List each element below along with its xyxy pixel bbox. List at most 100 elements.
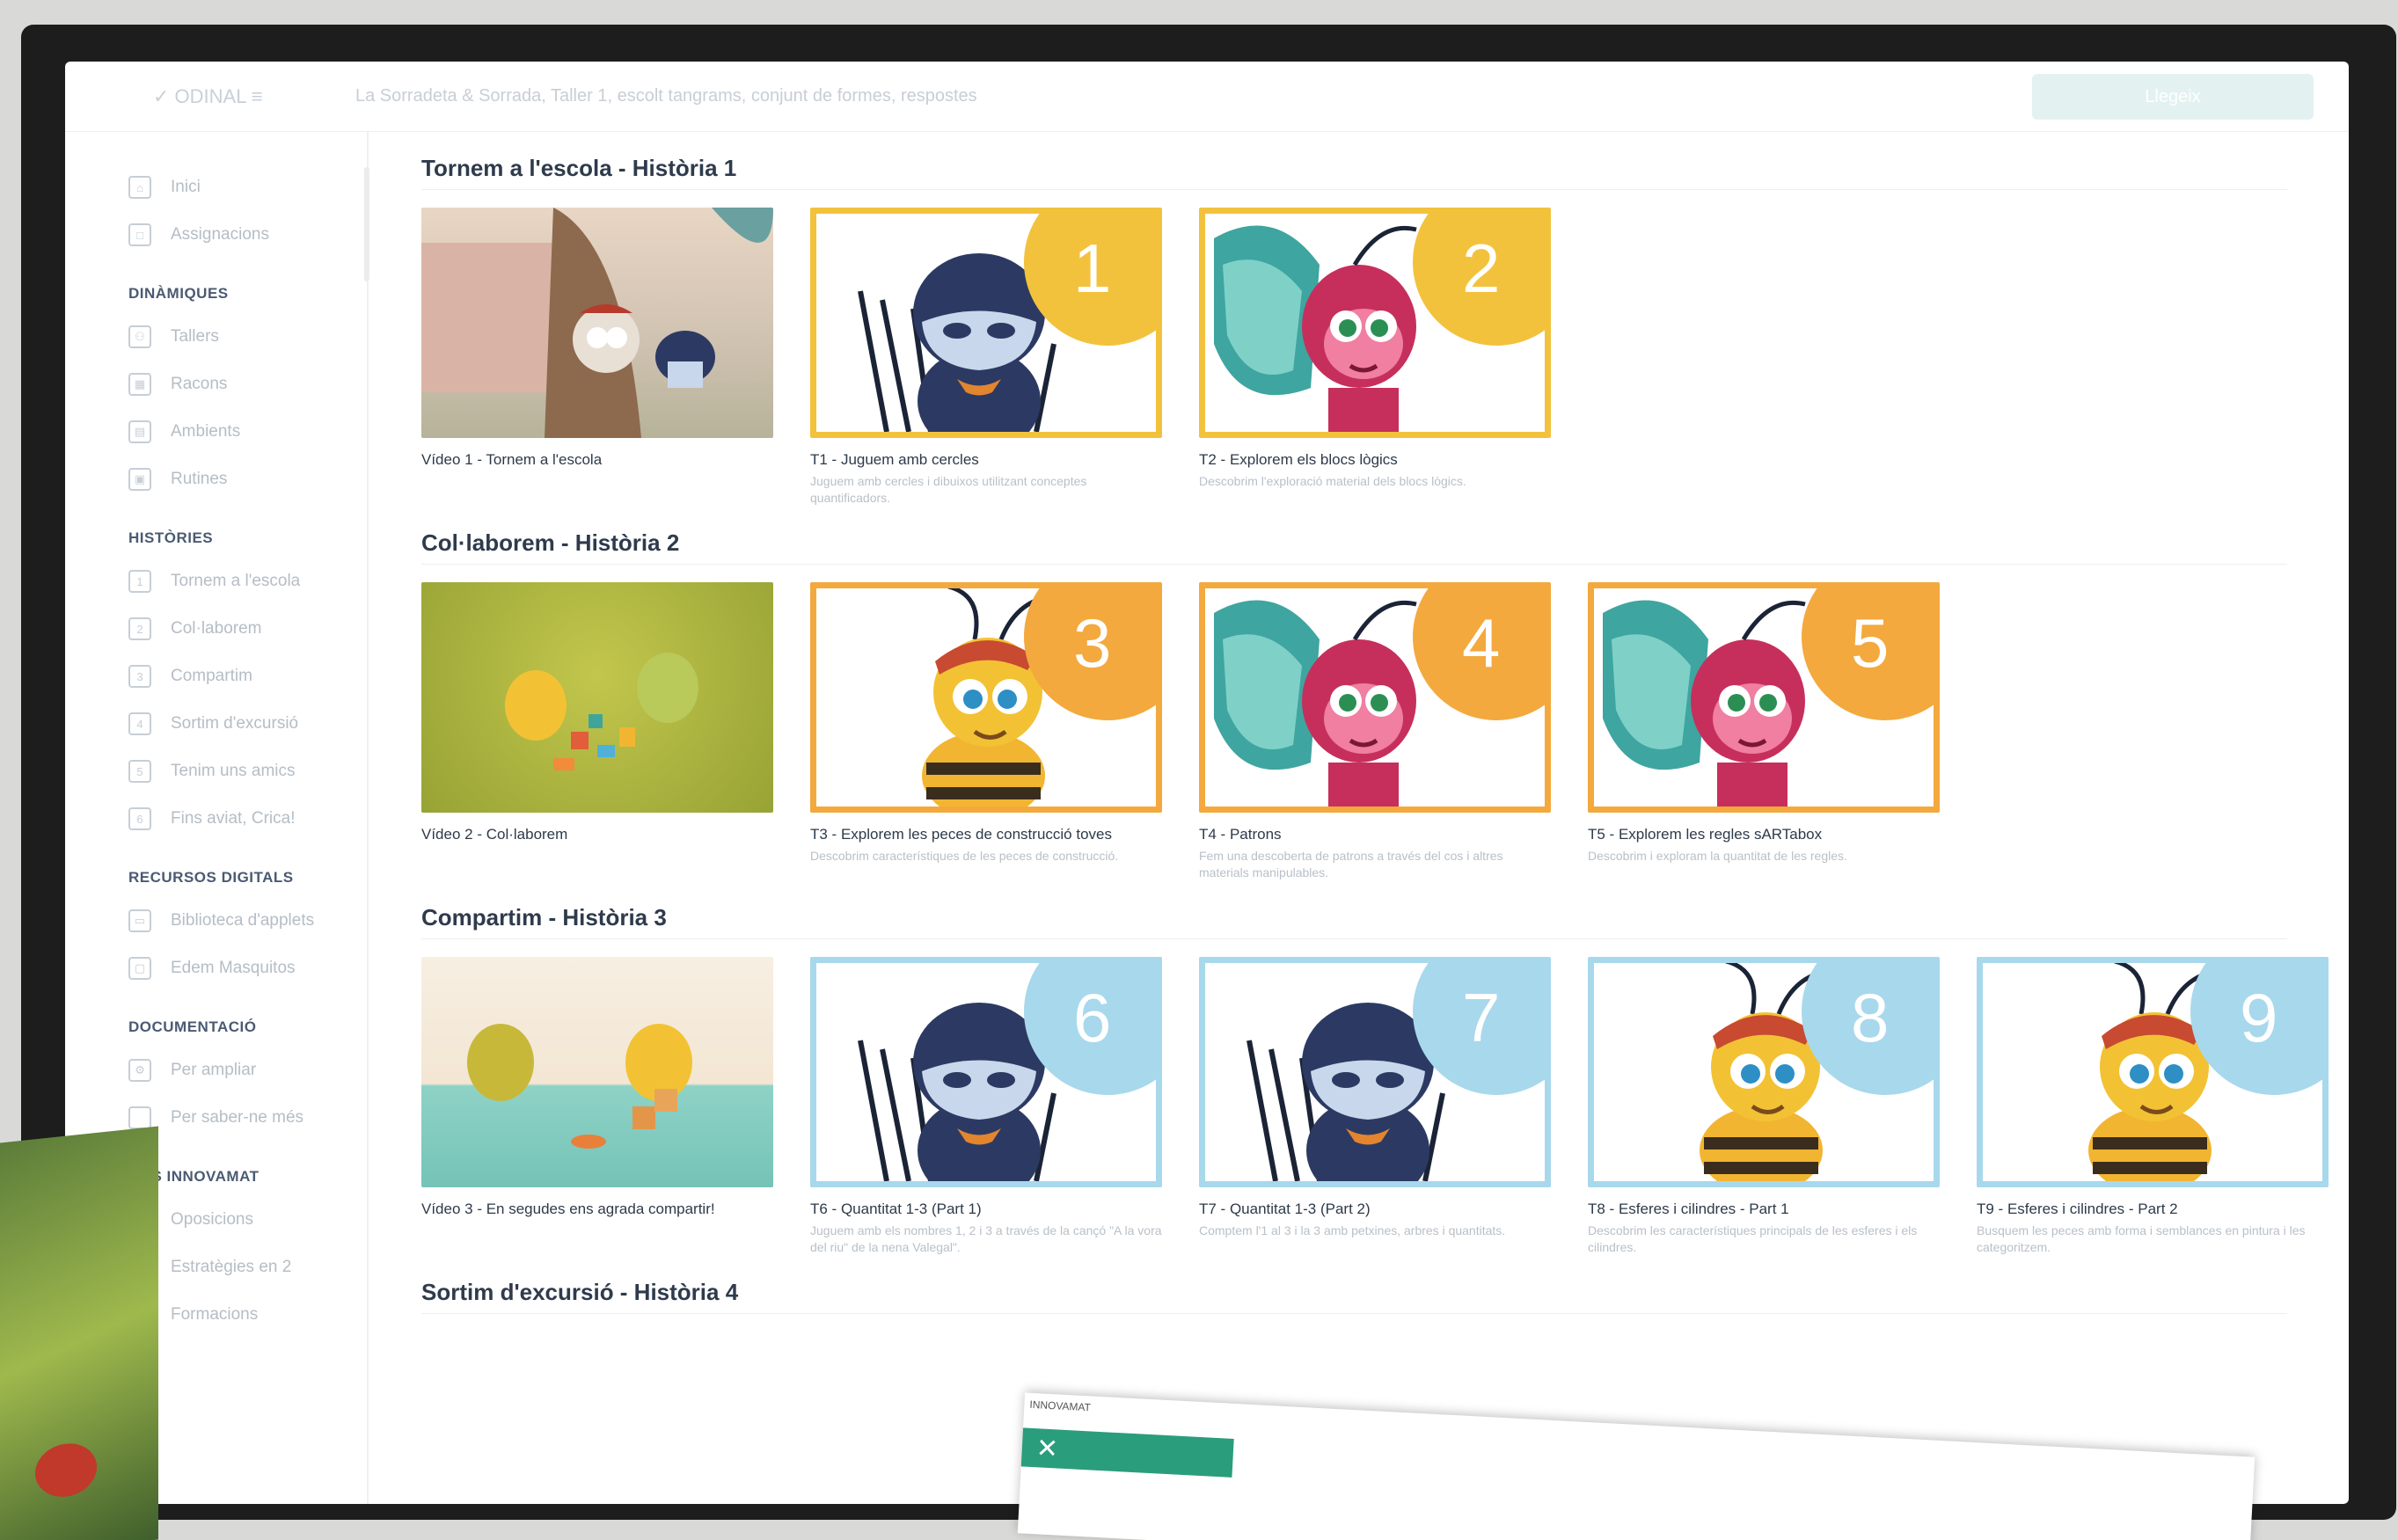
task-card-5[interactable]: 5 T5 - Explorem les regles sARTabox Descob…: [1588, 582, 1940, 881]
sidebar-item-label: Estratègies en 2: [171, 1258, 292, 1276]
sidebar-item-assignacions[interactable]: □ Assignacions: [128, 211, 367, 259]
card-title[interactable]: T3 - Explorem les peces de construcció t…: [810, 825, 1162, 844]
section-title: Col·laborem - Història 2: [421, 524, 2287, 565]
close-icon: ✕: [1035, 1433, 1059, 1464]
card-description: Fem una descoberta de patrons a través d…: [1199, 849, 1503, 879]
sidebar-item-label: Assignacions: [171, 225, 269, 244]
app-logo[interactable]: ✓ ODINAL ≡: [65, 85, 355, 108]
sidebar-scrollbar[interactable]: [364, 167, 369, 281]
grid-icon: ▦: [128, 373, 151, 396]
sidebar-item-tallers[interactable]: ⚇ Tallers: [128, 313, 367, 361]
card-title[interactable]: T4 - Patrons: [1199, 825, 1551, 844]
sidebar-item-compartim[interactable]: 3 Compartim: [128, 653, 367, 700]
task-thumbnail[interactable]: 8: [1588, 957, 1940, 1187]
task-thumbnail[interactable]: 9: [1977, 957, 2329, 1187]
sidebar-item-fins-aviat-crica[interactable]: 6 Fins aviat, Crica!: [128, 795, 367, 843]
card-title[interactable]: T2 - Explorem els blocs lògics: [1199, 450, 1551, 470]
sidebar-item-label: Per ampliar: [171, 1061, 257, 1079]
sidebar-item-label: Racons: [171, 375, 228, 393]
overlay-label: INNOVAMAT: [1029, 1398, 1092, 1414]
task-card-6[interactable]: 6 T6 - Quantitat 1-3 (Part 1) Juguem amb e…: [810, 957, 1162, 1256]
sidebar-item-label: Biblioteca d'applets: [171, 911, 315, 930]
sidebar-item-formacions[interactable]: □Formacions: [128, 1291, 367, 1339]
settings-icon: ⚙: [128, 1059, 151, 1082]
sidebar-item-biblioteca-d-applets[interactable]: ▭ Biblioteca d'applets: [128, 897, 367, 945]
decorative-shape: [35, 1440, 97, 1500]
sidebar-item-oposicions[interactable]: ◇Oposicions: [128, 1196, 367, 1244]
card-title[interactable]: T1 - Juguem amb cercles: [810, 450, 1162, 470]
sidebar-item-sortim-d-excursio[interactable]: 4 Sortim d'excursió: [128, 700, 367, 748]
sidebar-item-tornem-a-l-escola[interactable]: 1 Tornem a l'escola: [128, 558, 367, 605]
monitor-icon: ▢: [128, 957, 151, 980]
story-section-1: Tornem a l'escola - Història 1 Vídeo 1 - …: [421, 150, 2314, 507]
card-description: Juguem amb els nombres 1, 2 i 3 a través…: [810, 1223, 1162, 1254]
sidebar-item-per-ampliar[interactable]: ⚙ Per ampliar: [128, 1047, 367, 1094]
task-card-8[interactable]: 8 T8 - Esferes i cilindres - Part 1 Descob…: [1588, 957, 1940, 1256]
main-content: Tornem a l'escola - Història 1 Vídeo 1 - …: [421, 132, 2329, 1504]
section-title: Compartim - Història 3: [421, 899, 2287, 939]
task-thumbnail[interactable]: 5: [1588, 582, 1940, 813]
task-thumbnail[interactable]: 2: [1199, 208, 1551, 438]
task-thumbnail[interactable]: 4: [1199, 582, 1551, 813]
card-title[interactable]: T5 - Explorem les regles sARTabox: [1588, 825, 1940, 844]
sidebar-item-label: Fins aviat, Crica!: [171, 809, 296, 828]
video-thumbnail[interactable]: [421, 208, 773, 438]
card-description: Descobrim i exploram la quantitat de les…: [1588, 849, 1847, 863]
card-description: Busquem les peces amb forma i semblances…: [1977, 1223, 2306, 1254]
card-title[interactable]: Vídeo 2 - Col·laborem: [421, 825, 773, 844]
card-row: Vídeo 2 - Col·laborem 3 T3 - Explorem les …: [421, 582, 2314, 881]
card-row: Vídeo 1 - Tornem a l'escola 1 T1 - Juguem …: [421, 208, 2314, 507]
card-description: Comptem l'1 al 3 i la 3 amb petxines, ar…: [1199, 1223, 1506, 1237]
task-card-3[interactable]: 3 T3 - Explorem les peces de construcció …: [810, 582, 1162, 881]
sidebar-item-col-laborem[interactable]: 2 Col·laborem: [128, 605, 367, 653]
sidebar-item-edem-masquitos[interactable]: ▢ Edem Masquitos: [128, 945, 367, 992]
card-description: Descobrim les característiques principal…: [1588, 1223, 1918, 1254]
task-card-4[interactable]: 4 T4 - Patrons Fem una descoberta de patro…: [1199, 582, 1551, 881]
overlay-close-button[interactable]: ✕: [1020, 1427, 1234, 1478]
sidebar-item-rutines[interactable]: ▣ Rutines: [128, 456, 367, 503]
breadcrumb: La Sorradeta & Sorrada, Taller 1, escolt…: [355, 86, 977, 106]
task-card-9[interactable]: 9 T9 - Esferes i cilindres - Part 2 Busque…: [1977, 957, 2329, 1256]
sidebar-item-per-saber-ne-mes[interactable]: Per saber-ne més: [128, 1094, 367, 1142]
story-section-3: Compartim - Història 3 Vídeo 3 - En segud…: [421, 899, 2329, 1256]
story-1-icon: 1: [128, 570, 151, 593]
sidebar-item-label: Per saber-ne més: [171, 1108, 304, 1127]
sidebar-item-estrategies-en-2[interactable]: ○Estratègies en 2: [128, 1244, 367, 1291]
task-thumbnail[interactable]: 7: [1199, 957, 1551, 1187]
sidebar-section-dinamiques: DINÀMIQUES: [128, 285, 229, 302]
task-card-7[interactable]: 7 T7 - Quantitat 1-3 (Part 2) Comptem l'1 …: [1199, 957, 1551, 1256]
video-card[interactable]: Vídeo 2 - Col·laborem: [421, 582, 773, 881]
sidebar-item-label: Inici: [171, 178, 201, 196]
video-thumbnail[interactable]: [421, 582, 773, 813]
card-title[interactable]: T6 - Quantitat 1-3 (Part 1): [810, 1200, 1162, 1219]
card-title[interactable]: T7 - Quantitat 1-3 (Part 2): [1199, 1200, 1551, 1219]
card-title[interactable]: T8 - Esferes i cilindres - Part 1: [1588, 1200, 1940, 1219]
section-title: Tornem a l'escola - Història 1: [421, 150, 2287, 190]
story-2-icon: 2: [128, 617, 151, 640]
sidebar-item-racons[interactable]: ▦ Racons: [128, 361, 367, 408]
sidebar-item-label: Edem Masquitos: [171, 959, 296, 977]
story-5-icon: 5: [128, 760, 151, 783]
video-thumbnail[interactable]: [421, 957, 773, 1187]
sidebar-section-histories: HISTÒRIES: [128, 529, 214, 546]
sidebar-item-label: Oposicions: [171, 1210, 253, 1229]
task-card-2[interactable]: 2 T2 - Explorem els blocs lògics Descobrim…: [1199, 208, 1551, 507]
sidebar-item-tenim-uns-amics[interactable]: 5 Tenim uns amics: [128, 748, 367, 795]
app-window: ✓ ODINAL ≡ La Sorradeta & Sorrada, Talle…: [65, 62, 2349, 1504]
task-thumbnail[interactable]: 1: [810, 208, 1162, 438]
card-title[interactable]: Vídeo 1 - Tornem a l'escola: [421, 450, 773, 470]
sidebar-item-label: Compartim: [171, 667, 252, 685]
card-title[interactable]: T9 - Esferes i cilindres - Part 2: [1977, 1200, 2329, 1219]
sidebar-item-ambients[interactable]: ▤ Ambients: [128, 408, 367, 456]
sidebar-item-label: Tallers: [171, 327, 219, 346]
top-action-button[interactable]: Llegeix: [2032, 74, 2314, 120]
video-card[interactable]: Vídeo 1 - Tornem a l'escola: [421, 208, 773, 507]
task-thumbnail[interactable]: 6: [810, 957, 1162, 1187]
sidebar-item-inici[interactable]: ⌂ Inici: [128, 164, 367, 211]
task-thumbnail[interactable]: 3: [810, 582, 1162, 813]
task-card-1[interactable]: 1 T1 - Juguem amb cercles Juguem amb cercl…: [810, 208, 1162, 507]
video-card[interactable]: Vídeo 3 - En segudes ens agrada comparti…: [421, 957, 773, 1256]
card-title[interactable]: Vídeo 3 - En segudes ens agrada comparti…: [421, 1200, 773, 1219]
story-3-icon: 3: [128, 665, 151, 688]
story-section-4: Sortim d'excursió - Història 4: [421, 1274, 2314, 1332]
